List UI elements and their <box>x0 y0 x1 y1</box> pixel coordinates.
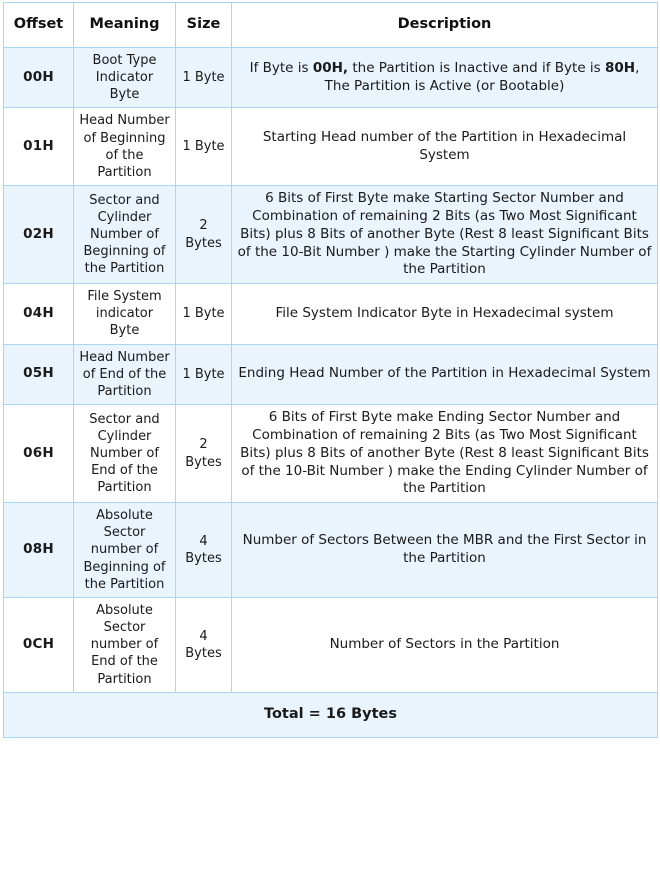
table-row: 04H File System indicator Byte 1 Byte File … <box>3 283 658 345</box>
cell-offset: 08H <box>3 502 74 598</box>
cell-size: 1 Byte <box>175 283 232 345</box>
cell-description: 6 Bits of First Byte make Starting Secto… <box>231 185 658 285</box>
table-body: 00H Boot Type Indicator Byte 1 Byte If Byte… <box>3 46 658 693</box>
table-row: 0CH Absolute Sector number of End of the … <box>3 596 658 693</box>
table-row: 05H Head Number of End of the Partition 1 … <box>3 343 658 406</box>
cell-offset: 02H <box>3 185 74 285</box>
cell-meaning: Sector and Cylinder Number of Beginning … <box>73 185 176 285</box>
column-header-size: Size <box>175 2 232 48</box>
column-header-offset: Offset <box>3 2 74 48</box>
table-header-row: Offset Meaning Size Description <box>3 2 658 48</box>
cell-meaning: Absolute Sector number of Beginning of t… <box>73 502 176 598</box>
column-header-description: Description <box>231 2 658 48</box>
table-row: 08H Absolute Sector number of Beginning o… <box>3 502 658 598</box>
table-row: 06H Sector and Cylinder Number of End of … <box>3 404 658 504</box>
cell-meaning: Sector and Cylinder Number of End of the… <box>73 404 176 504</box>
cell-description: Number of Sectors Between the MBR and th… <box>231 502 658 598</box>
description-hex-value: 00H, <box>312 59 349 76</box>
table-row: 00H Boot Type Indicator Byte 1 Byte If Byte… <box>3 46 658 109</box>
cell-size: 2 Bytes <box>175 404 232 504</box>
table-row: 01H Head Number of Beginning of the Parti… <box>3 107 658 187</box>
cell-meaning: Head Number of Beginning of the Partitio… <box>73 107 176 187</box>
cell-offset: 05H <box>3 343 74 406</box>
cell-offset: 0CH <box>3 596 74 693</box>
table-header: Offset Meaning Size Description <box>3 2 658 48</box>
cell-size: 4 Bytes <box>175 502 232 598</box>
cell-offset: 01H <box>3 107 74 187</box>
column-header-meaning: Meaning <box>73 2 176 48</box>
cell-size: 1 Byte <box>175 46 232 109</box>
description-text-part: If Byte is <box>249 59 313 76</box>
cell-size: 1 Byte <box>175 343 232 406</box>
cell-meaning: Boot Type Indicator Byte <box>73 46 176 109</box>
cell-description: Starting Head number of the Partition in… <box>231 107 658 187</box>
cell-offset: 04H <box>3 283 74 345</box>
cell-size: 1 Byte <box>175 107 232 187</box>
cell-description: 6 Bits of First Byte make Ending Sector … <box>231 404 658 504</box>
cell-meaning: File System indicator Byte <box>73 283 176 345</box>
cell-size: 2 Bytes <box>175 185 232 285</box>
cell-meaning: Head Number of End of the Partition <box>73 343 176 406</box>
cell-description: Number of Sectors in the Partition <box>231 596 658 693</box>
mbr-partition-entry-table-container: Offset Meaning Size Description 00H Boot … <box>0 0 660 874</box>
cell-size: 4 Bytes <box>175 596 232 693</box>
cell-offset: 00H <box>3 46 74 109</box>
cell-description: If Byte is 00H, the Partition is Inactiv… <box>231 46 658 109</box>
description-hex-value: 80H <box>605 59 636 76</box>
table-row: 02H Sector and Cylinder Number of Beginni… <box>3 185 658 285</box>
cell-meaning: Absolute Sector number of End of the Par… <box>73 596 176 693</box>
cell-description: Ending Head Number of the Partition in H… <box>231 343 658 406</box>
table-footer: Total = 16 Bytes <box>3 691 658 738</box>
cell-offset: 06H <box>3 404 74 504</box>
total-row: Total = 16 Bytes <box>3 691 658 738</box>
mbr-partition-entry-table: Offset Meaning Size Description 00H Boot … <box>3 2 658 738</box>
description-text-part: the Partition is Inactive and if Byte is <box>348 59 605 76</box>
cell-description: File System Indicator Byte in Hexadecima… <box>231 283 658 345</box>
total-label: Total = 16 Bytes <box>3 691 658 738</box>
